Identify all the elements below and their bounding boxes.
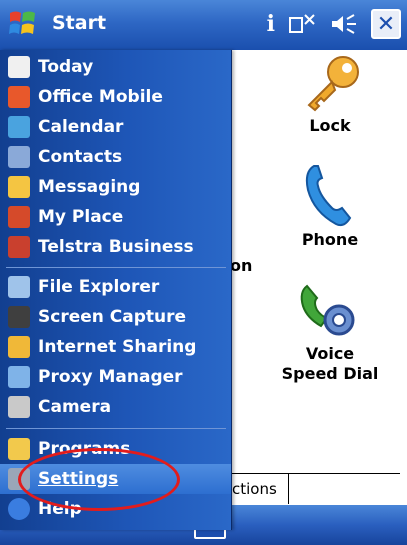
- office-icon: [8, 86, 30, 108]
- close-button[interactable]: ✕: [371, 9, 401, 39]
- menu-item-label: My Place: [38, 207, 124, 227]
- menu-item-label: Camera: [38, 397, 112, 417]
- taskbar: Start i ✕: [0, 0, 407, 50]
- menu-item-label: Contacts: [38, 147, 123, 167]
- tab-partial[interactable]: ctions: [230, 474, 289, 504]
- program-label: Lock: [309, 116, 351, 135]
- program-label: Voice Speed Dial: [281, 344, 379, 383]
- help-icon: [8, 498, 30, 520]
- key-icon: [307, 56, 359, 112]
- menu-item-label: Screen Capture: [38, 307, 187, 327]
- menu-item-label: Calendar: [38, 117, 124, 137]
- menu-item-contacts[interactable]: Contacts: [0, 142, 231, 172]
- menu-item-label: File Explorer: [38, 277, 160, 297]
- start-title[interactable]: Start: [52, 12, 106, 34]
- highlight-circle: [18, 448, 180, 511]
- menu-item-label: Today: [38, 57, 94, 77]
- connectivity-icon[interactable]: [287, 12, 317, 36]
- myplace-icon: [8, 206, 30, 228]
- screen-capture-icon: [8, 306, 30, 328]
- programs-icon: [8, 438, 30, 460]
- partial-program-label: on: [230, 256, 253, 275]
- menu-item-telstra-business[interactable]: Telstra Business: [0, 232, 231, 262]
- menu-separator: [6, 267, 226, 268]
- program-lock[interactable]: Lock: [275, 52, 385, 135]
- menu-item-label: Messaging: [38, 177, 141, 197]
- file-explorer-icon: [8, 276, 30, 298]
- menu-item-screen-capture[interactable]: Screen Capture: [0, 302, 231, 332]
- internet-sharing-icon: [8, 336, 30, 358]
- messaging-icon: [8, 176, 30, 198]
- menu-item-proxy-manager[interactable]: Proxy Manager: [0, 362, 231, 392]
- program-phone[interactable]: Phone: [275, 162, 385, 249]
- menu-item-internet-sharing[interactable]: Internet Sharing: [0, 332, 231, 362]
- info-icon[interactable]: i: [267, 11, 275, 37]
- volume-icon[interactable]: [329, 12, 359, 36]
- menu-separator: [6, 428, 226, 429]
- contacts-icon: [8, 146, 30, 168]
- menu-item-label: Telstra Business: [38, 237, 194, 257]
- menu-item-today[interactable]: Today: [0, 52, 231, 82]
- menu-item-messaging[interactable]: Messaging: [0, 172, 231, 202]
- home-icon: [8, 56, 30, 78]
- program-label: Phone: [301, 230, 359, 249]
- voice-dial-icon: [300, 284, 355, 336]
- menu-item-my-place[interactable]: My Place: [0, 202, 231, 232]
- calendar-icon: [8, 116, 30, 138]
- menu-item-label: Internet Sharing: [38, 337, 197, 357]
- menu-item-file-explorer[interactable]: File Explorer: [0, 272, 231, 302]
- telstra-icon: [8, 236, 30, 258]
- menu-item-office-mobile[interactable]: Office Mobile: [0, 82, 231, 112]
- menu-item-label: Proxy Manager: [38, 367, 183, 387]
- camera-icon: [8, 396, 30, 418]
- menu-item-calendar[interactable]: Calendar: [0, 112, 231, 142]
- tab-strip: ctions: [230, 473, 400, 506]
- windows-flag-icon[interactable]: [8, 9, 38, 39]
- menu-item-label: Office Mobile: [38, 87, 163, 107]
- program-voice-speed-dial[interactable]: Voice Speed Dial: [275, 282, 385, 384]
- phone-icon: [305, 165, 352, 227]
- menu-item-camera[interactable]: Camera: [0, 392, 231, 422]
- status-area: i ✕: [267, 7, 401, 41]
- proxy-manager-icon: [8, 366, 30, 388]
